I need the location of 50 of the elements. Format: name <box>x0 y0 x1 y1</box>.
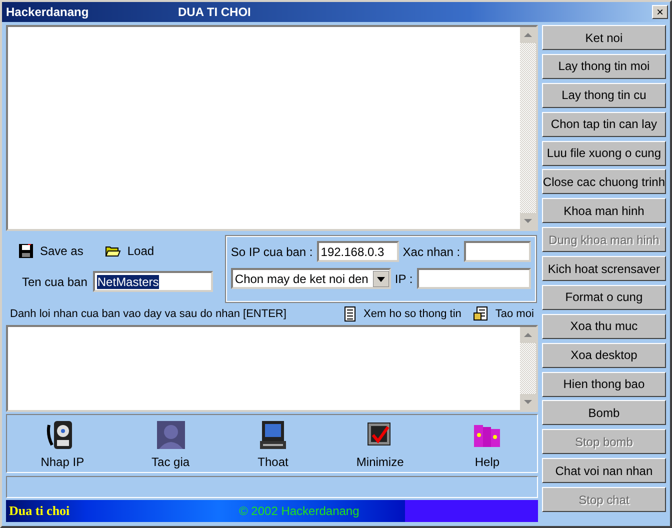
scrollbar[interactable] <box>520 326 536 410</box>
target-ip-field[interactable] <box>416 268 531 290</box>
target-dropdown[interactable]: Chon may de ket noi den <box>230 268 391 290</box>
command-button[interactable]: Ket noi <box>542 25 666 50</box>
toolbar-button[interactable]: Thoat <box>256 418 289 469</box>
save-as-button[interactable]: Save as <box>18 243 84 260</box>
command-button[interactable]: Lay thong tin moi <box>542 54 666 79</box>
command-button[interactable]: Hien thong bao <box>542 372 666 396</box>
name-label: Ten cua ban <box>22 274 88 289</box>
command-button[interactable]: Luu file xuong o cung <box>542 140 666 166</box>
person-icon <box>154 418 187 451</box>
confirm-field[interactable] <box>464 241 531 262</box>
view-profile-button[interactable]: Xem ho so thong tin <box>342 306 462 322</box>
scroll-up-icon[interactable] <box>520 326 536 343</box>
notepad-icon <box>473 306 490 322</box>
command-button[interactable]: Chon tap tin can lay <box>542 112 666 137</box>
dropdown-icon <box>372 270 389 287</box>
target-ip-label: IP : <box>394 272 413 286</box>
toolbar-button[interactable]: Help <box>471 418 504 469</box>
banner-title: Dua ti choi <box>9 503 71 520</box>
command-button[interactable]: Format o cung <box>542 284 666 310</box>
load-button[interactable]: Load <box>105 243 154 260</box>
close-button[interactable]: × <box>652 5 668 19</box>
toolbar-button[interactable]: Nhap IP <box>40 418 84 469</box>
command-button[interactable]: Chat voi nan nhan <box>542 458 666 484</box>
command-button[interactable]: Xoa thu muc <box>542 314 666 339</box>
command-button[interactable]: Kich hoat scrensaver <box>542 256 666 281</box>
document-icon <box>342 306 358 322</box>
ip-field[interactable]: 192.168.0.3 <box>316 241 399 262</box>
message-area[interactable] <box>6 324 538 412</box>
toolbar-button[interactable]: Minimize <box>356 418 404 469</box>
message-hint: Danh loi nhan cua ban vao day va sau do nhan [ENTER] <box>10 308 286 320</box>
toolbar-button[interactable]: Tac gia <box>152 418 190 469</box>
new-button[interactable]: Tao moi <box>473 306 534 322</box>
window-title: Hackerdanang <box>6 5 90 19</box>
command-button[interactable]: Bomb <box>542 400 666 426</box>
command-button[interactable]: Khoa man hinh <box>542 198 666 224</box>
scrollbar[interactable] <box>520 27 536 230</box>
command-button[interactable]: Close cac chuong trinh <box>542 169 666 194</box>
floppy-icon <box>18 243 34 260</box>
command-button[interactable]: Lay thong tin cu <box>542 82 666 108</box>
ip-label: So IP cua ban : <box>230 244 313 259</box>
copyright-text: © 2002 Hackerdanang <box>239 504 360 518</box>
command-button[interactable]: Xoa desktop <box>542 342 666 368</box>
scroll-down-icon[interactable] <box>520 394 536 410</box>
scroll-up-icon[interactable] <box>520 27 536 43</box>
window-subtitle: DUA TI CHOI <box>178 5 252 19</box>
confirm-label: Xac nhan : <box>402 244 460 259</box>
scroll-down-icon[interactable] <box>520 213 536 230</box>
name-field[interactable]: NetMasters <box>93 271 214 292</box>
